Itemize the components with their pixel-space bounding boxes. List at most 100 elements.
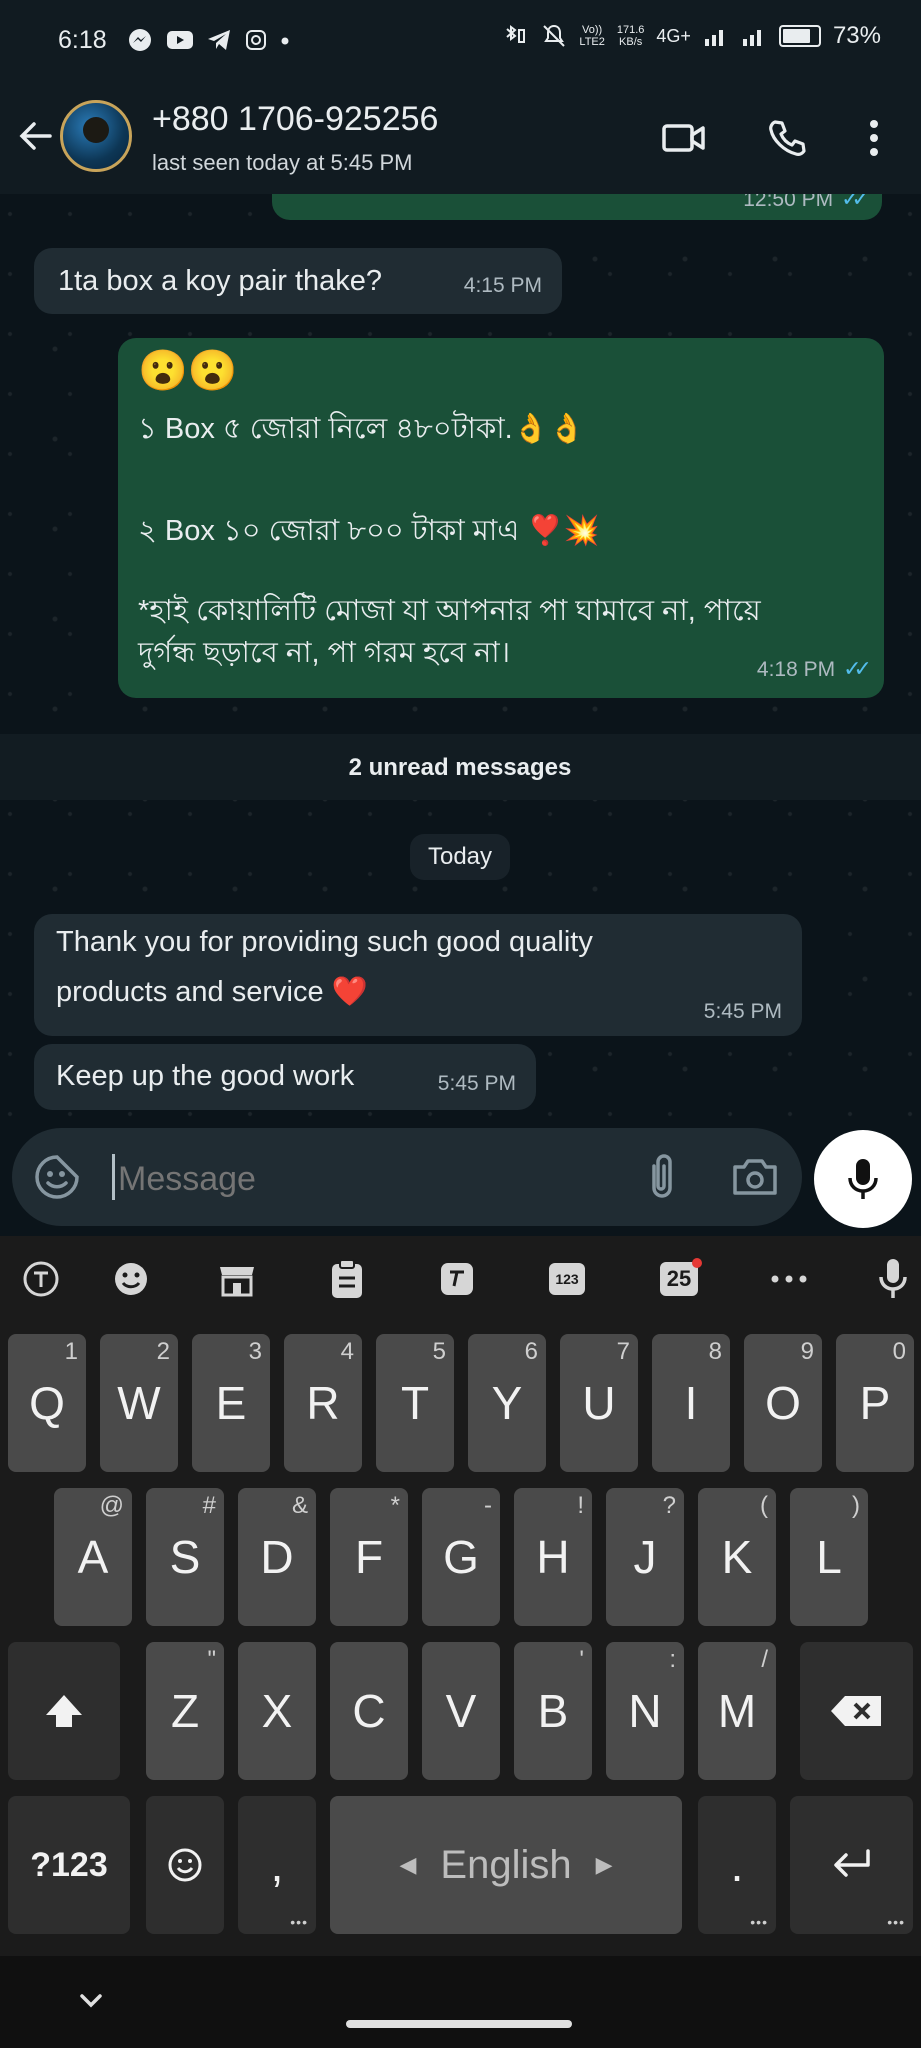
read-ticks-icon: ✓✓: [843, 656, 872, 681]
phone-icon: [769, 120, 806, 156]
network-type: 4G+: [656, 25, 691, 46]
message-composer[interactable]: [12, 1128, 802, 1226]
more-options-button[interactable]: [850, 114, 898, 162]
key-c[interactable]: C: [330, 1642, 408, 1780]
key-label: G: [443, 1531, 479, 1583]
key-label: N: [628, 1685, 662, 1737]
backspace-icon: [830, 1696, 881, 1726]
translate-tool[interactable]: [18, 1256, 64, 1302]
message-incoming[interactable]: 1ta box a koy pair thake? 4:15 PM: [34, 248, 562, 314]
key-label: B: [537, 1685, 569, 1737]
calendar-icon: 25: [660, 1258, 702, 1296]
symbols-key[interactable]: ?123: [8, 1796, 130, 1934]
message-input[interactable]: [116, 1152, 620, 1206]
key-label: W: [117, 1377, 161, 1429]
chevron-down-icon: [80, 1994, 102, 2008]
store-tool[interactable]: [214, 1256, 260, 1302]
key-label: R: [306, 1377, 340, 1429]
camera-button[interactable]: [730, 1152, 780, 1202]
emoji-key[interactable]: [146, 1796, 224, 1934]
key-hint: ": [207, 1646, 216, 1673]
telegram-icon: [208, 30, 231, 50]
key-i[interactable]: I8: [652, 1334, 730, 1472]
message-line: ২ Box ১০ জোরা ৮০০ টাকা মাএ ❣️💥: [138, 515, 600, 547]
key-j[interactable]: J?: [606, 1488, 684, 1626]
key-label: O: [765, 1377, 801, 1429]
avatar[interactable]: [60, 100, 132, 172]
key-label: A: [77, 1531, 109, 1583]
enter-key[interactable]: •••: [790, 1796, 913, 1934]
period-key[interactable]: . •••: [698, 1796, 776, 1934]
key-f[interactable]: F *: [330, 1488, 408, 1626]
space-key[interactable]: ◀ English ▶: [330, 1796, 682, 1934]
key-label: I: [684, 1377, 698, 1429]
key-l[interactable]: L): [790, 1488, 868, 1626]
message-time: 5:45 PM: [437, 1072, 516, 1095]
unread-banner: 2 unread messages: [0, 734, 921, 800]
key-r[interactable]: R4: [284, 1334, 362, 1472]
contact-name[interactable]: +880 1706-925256: [152, 100, 438, 139]
key-v[interactable]: V: [422, 1642, 500, 1780]
comma-key[interactable]: , •••: [238, 1796, 316, 1934]
message-incoming[interactable]: Keep up the good work 5:45 PM: [34, 1044, 536, 1110]
smiley-icon: [115, 1263, 147, 1295]
key-hint: ': [579, 1646, 584, 1673]
notification-dot: [692, 1258, 702, 1268]
key-u[interactable]: U7: [560, 1334, 638, 1472]
key-o[interactable]: O9: [744, 1334, 822, 1472]
home-gesture-bar[interactable]: [346, 2020, 572, 2028]
message-outgoing[interactable]: 12:50 PM ✓✓: [272, 194, 882, 220]
backspace-key[interactable]: [800, 1642, 913, 1780]
translate-icon: [23, 1261, 59, 1297]
key-label: T: [400, 1377, 430, 1429]
microphone-icon: [848, 1159, 878, 1199]
shift-key[interactable]: [8, 1642, 120, 1780]
key-hint: /: [761, 1646, 768, 1673]
hide-keyboard-button[interactable]: [76, 1986, 106, 2016]
message-time: 4:18 PM ✓✓: [756, 656, 872, 681]
key-n[interactable]: N:: [606, 1642, 684, 1780]
kebab-menu-icon: [870, 120, 878, 156]
key-w[interactable]: W2: [100, 1334, 178, 1472]
key-h[interactable]: H!: [514, 1488, 592, 1626]
more-tools[interactable]: [766, 1256, 812, 1302]
key-z[interactable]: Z ": [146, 1642, 224, 1780]
video-call-button[interactable]: [660, 114, 708, 162]
key-label: J: [633, 1531, 657, 1583]
key-hint: ): [852, 1492, 860, 1519]
voice-input-tool[interactable]: [870, 1256, 916, 1302]
key-e[interactable]: E3: [192, 1334, 270, 1472]
number-row-tool[interactable]: 123: [544, 1256, 590, 1302]
voice-call-button[interactable]: [762, 114, 810, 162]
emoji-tool[interactable]: [108, 1256, 154, 1302]
key-a[interactable]: A @: [54, 1488, 132, 1626]
key-x[interactable]: X: [238, 1642, 316, 1780]
attach-button[interactable]: [640, 1152, 684, 1202]
key-g[interactable]: G-: [422, 1488, 500, 1626]
key-q[interactable]: Q1: [8, 1334, 86, 1472]
message-line: দুর্গন্ধ ছড়াবে না, পা গরম হবে না।: [138, 637, 511, 669]
key-label: K: [721, 1531, 753, 1583]
key-p[interactable]: P0: [836, 1334, 914, 1472]
message-line: *হাই কোয়ালিটি মোজা যা আপনার পা ঘামাবে ন…: [138, 595, 761, 627]
clipboard-tool[interactable]: [324, 1256, 370, 1302]
key-k[interactable]: K(: [698, 1488, 776, 1626]
message-text: Keep up the good work: [56, 1060, 355, 1092]
key-s[interactable]: S #: [146, 1488, 224, 1626]
signal-icon: [704, 30, 723, 46]
key-b[interactable]: B ': [514, 1642, 592, 1780]
voice-message-button[interactable]: [814, 1130, 912, 1228]
key-d[interactable]: D &: [238, 1488, 316, 1626]
text-style-tool[interactable]: [434, 1256, 480, 1302]
back-button[interactable]: [14, 114, 58, 158]
calendar-tool[interactable]: 25: [656, 1256, 702, 1302]
mute-icon: [543, 24, 566, 47]
key-t[interactable]: T5: [376, 1334, 454, 1472]
message-incoming[interactable]: Thank you for providing such good qualit…: [34, 914, 802, 1036]
key-hint: 5: [432, 1338, 446, 1365]
key-m[interactable]: M /: [698, 1642, 776, 1780]
conversation[interactable]: 12:50 PM ✓✓ 1ta box a koy pair thake? 4:1…: [0, 194, 921, 1124]
message-outgoing[interactable]: 😮😮 ১ Box ৫ জোরা নিলে ৪৮০টাকা.👌👌 ২ Box ১০…: [118, 338, 884, 698]
emoji-sticker-button[interactable]: [32, 1152, 82, 1202]
key-y[interactable]: Y6: [468, 1334, 546, 1472]
